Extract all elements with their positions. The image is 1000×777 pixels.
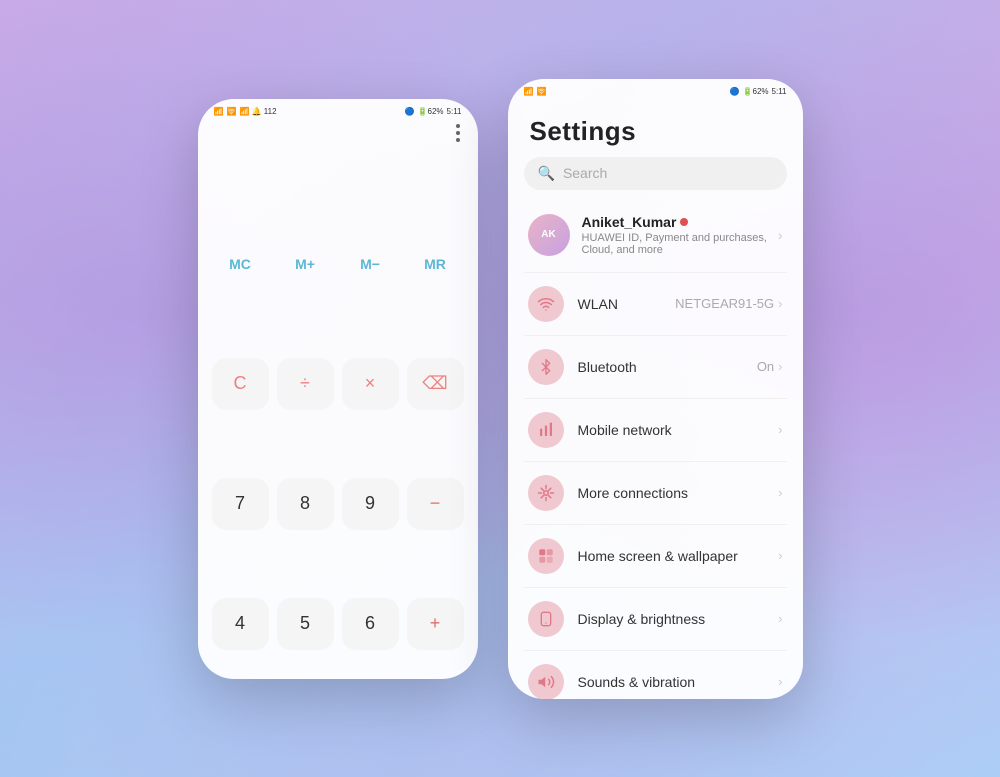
bluetooth-icon bbox=[528, 349, 564, 385]
btn-clear[interactable]: C bbox=[212, 358, 269, 410]
settings-battery-icon: 🔋62% bbox=[743, 87, 769, 96]
settings-content: Settings 🔍 Search AK Aniket_Kumar HUAWEI… bbox=[508, 100, 803, 699]
mobile-network-icon bbox=[528, 412, 564, 448]
user-name-text: Aniket_Kumar bbox=[582, 214, 677, 230]
calc-row-456: 4 5 6 + bbox=[212, 598, 464, 679]
user-chevron-icon: › bbox=[778, 227, 783, 243]
dot-3 bbox=[456, 138, 460, 142]
settings-item-more-connections[interactable]: More connections › bbox=[508, 462, 803, 524]
bluetooth-label: Bluetooth bbox=[578, 359, 757, 375]
user-status-dot bbox=[680, 218, 688, 226]
settings-status-bar: 📶 🛜 🔵 🔋62% 5:11 bbox=[508, 79, 803, 100]
phones-container: 📶 🛜 📶 🔔 112 🔵 🔋62% 5:11 MC bbox=[0, 0, 1000, 777]
mobile-network-label: Mobile network bbox=[578, 422, 775, 438]
home-screen-label: Home screen & wallpaper bbox=[578, 548, 779, 564]
dot-2 bbox=[456, 131, 460, 135]
calc-row-memory: MC M+ M− MR bbox=[212, 238, 464, 350]
sounds-chevron-icon: › bbox=[778, 674, 782, 689]
btn-subtract[interactable]: − bbox=[407, 478, 464, 530]
dot-1 bbox=[456, 124, 460, 128]
wlan-chevron-icon: › bbox=[778, 296, 782, 311]
wlan-icon bbox=[528, 286, 564, 322]
calc-buttons-area: MC M+ M− MR C ÷ × ⌫ 7 8 9 − 4 5 bbox=[198, 230, 478, 679]
calc-status-bar: 📶 🛜 📶 🔔 112 🔵 🔋62% 5:11 bbox=[198, 99, 478, 120]
settings-item-wlan[interactable]: WLAN NETGEAR91-5G › bbox=[508, 273, 803, 335]
calc-status-left: 📶 🛜 📶 🔔 112 bbox=[214, 107, 277, 116]
settings-item-sounds[interactable]: Sounds & vibration › bbox=[508, 651, 803, 699]
user-info: Aniket_Kumar HUAWEI ID, Payment and purc… bbox=[582, 214, 778, 256]
calc-status-right: 🔵 🔋62% 5:11 bbox=[405, 107, 462, 116]
calc-signal-icon: 📶 bbox=[214, 107, 224, 116]
calc-display bbox=[198, 150, 478, 230]
search-placeholder: Search bbox=[563, 165, 607, 181]
user-avatar: AK bbox=[528, 214, 570, 256]
calculator-phone: 📶 🛜 📶 🔔 112 🔵 🔋62% 5:11 MC bbox=[198, 99, 478, 679]
home-screen-icon bbox=[528, 538, 564, 574]
bluetooth-value: On bbox=[757, 359, 774, 374]
sounds-label: Sounds & vibration bbox=[578, 674, 779, 690]
btn-mr[interactable]: MR bbox=[407, 238, 464, 290]
btn-6[interactable]: 6 bbox=[342, 598, 399, 650]
display-chevron-icon: › bbox=[778, 611, 782, 626]
btn-8[interactable]: 8 bbox=[277, 478, 334, 530]
btn-7[interactable]: 7 bbox=[212, 478, 269, 530]
settings-wifi-icon: 🛜 bbox=[536, 87, 546, 96]
sound-icon bbox=[528, 664, 564, 699]
search-bar[interactable]: 🔍 Search bbox=[524, 157, 787, 190]
calc-battery-icon: 🔋62% bbox=[418, 107, 444, 116]
btn-4[interactable]: 4 bbox=[212, 598, 269, 650]
user-subtitle: HUAWEI ID, Payment and purchases, Cloud,… bbox=[582, 232, 778, 256]
settings-title: Settings bbox=[508, 100, 803, 157]
calc-wifi-icon: 🛜 bbox=[226, 107, 236, 116]
btn-multiply[interactable]: × bbox=[342, 358, 399, 410]
more-connections-chevron-icon: › bbox=[778, 485, 782, 500]
more-connections-icon bbox=[528, 475, 564, 511]
wlan-label: WLAN bbox=[578, 296, 676, 312]
settings-time: 5:11 bbox=[772, 87, 787, 96]
more-options-button[interactable] bbox=[456, 124, 460, 142]
avatar-initials: AK bbox=[541, 229, 555, 240]
btn-backspace[interactable]: ⌫ bbox=[407, 358, 464, 410]
mobile-network-chevron-icon: › bbox=[778, 422, 782, 437]
btn-m-minus[interactable]: M− bbox=[342, 238, 399, 290]
btn-m-plus[interactable]: M+ bbox=[277, 238, 334, 290]
settings-signal-icon: 📶 bbox=[524, 87, 534, 96]
settings-item-home-screen[interactable]: Home screen & wallpaper › bbox=[508, 525, 803, 587]
calc-row-789: 7 8 9 − bbox=[212, 478, 464, 590]
btn-9[interactable]: 9 bbox=[342, 478, 399, 530]
settings-phone: 📶 🛜 🔵 🔋62% 5:11 Settings 🔍 Search AK bbox=[508, 79, 803, 699]
btn-divide[interactable]: ÷ bbox=[277, 358, 334, 410]
settings-item-mobile-network[interactable]: Mobile network › bbox=[508, 399, 803, 461]
user-name-row: Aniket_Kumar bbox=[582, 214, 778, 230]
more-connections-label: More connections bbox=[578, 485, 779, 501]
calc-row-ops: C ÷ × ⌫ bbox=[212, 358, 464, 470]
btn-5[interactable]: 5 bbox=[277, 598, 334, 650]
search-icon: 🔍 bbox=[538, 165, 555, 182]
display-icon bbox=[528, 601, 564, 637]
wlan-value: NETGEAR91-5G bbox=[675, 296, 774, 311]
home-screen-chevron-icon: › bbox=[778, 548, 782, 563]
calc-time: 5:11 bbox=[447, 107, 462, 116]
calc-bt-icon: 🔵 bbox=[405, 107, 415, 116]
calc-menu-area bbox=[198, 120, 478, 150]
settings-bt-icon: 🔵 bbox=[730, 87, 740, 96]
settings-status-right: 🔵 🔋62% 5:11 bbox=[730, 87, 787, 96]
settings-item-display[interactable]: Display & brightness › bbox=[508, 588, 803, 650]
btn-add[interactable]: + bbox=[407, 598, 464, 650]
settings-item-bluetooth[interactable]: Bluetooth On › bbox=[508, 336, 803, 398]
settings-status-left: 📶 🛜 bbox=[524, 87, 547, 96]
display-label: Display & brightness bbox=[578, 611, 779, 627]
calc-battery-text: 📶 🔔 112 bbox=[239, 107, 276, 116]
user-profile[interactable]: AK Aniket_Kumar HUAWEI ID, Payment and p… bbox=[508, 204, 803, 266]
btn-mc[interactable]: MC bbox=[212, 238, 269, 290]
bluetooth-chevron-icon: › bbox=[778, 359, 782, 374]
